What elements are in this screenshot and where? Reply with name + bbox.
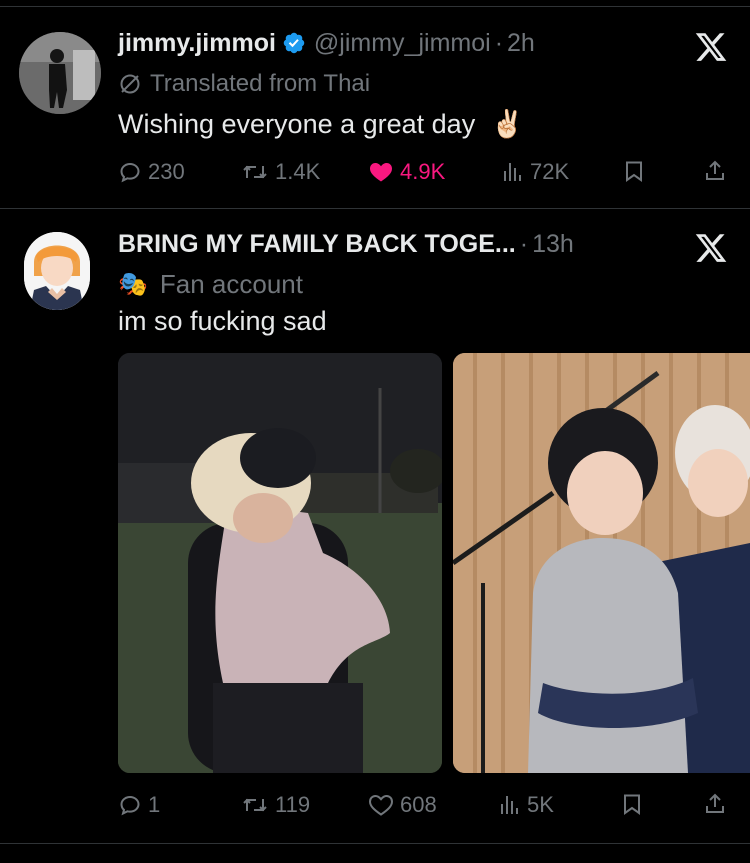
views-icon — [501, 796, 518, 814]
performing-arts-emoji: 🎭 — [118, 271, 148, 298]
separator-dot: · — [519, 230, 529, 258]
avatar-photo — [24, 232, 90, 310]
share-icon — [706, 160, 724, 180]
bookmark-icon — [626, 161, 642, 182]
bookmark-button[interactable] — [622, 159, 652, 183]
victory-hand-emoji: ✌🏻 — [490, 109, 525, 139]
like-icon — [370, 163, 392, 182]
share-button[interactable] — [703, 792, 733, 816]
author-name[interactable]: BRING MY FAMILY BACK TOGE... — [118, 229, 516, 259]
reply-icon — [120, 162, 140, 183]
reply-button[interactable]: 230 — [118, 159, 185, 185]
fan-account-label[interactable]: 🎭 Fan account — [118, 269, 303, 300]
repost-icon — [243, 798, 267, 812]
views-icon — [504, 163, 521, 181]
tweet-header: jimmy.jimmoi @jimmy_jimmoi · 2h — [118, 28, 535, 58]
timestamp[interactable]: 2h — [507, 28, 535, 58]
reply-icon — [120, 795, 140, 816]
reply-button[interactable]: 1 — [118, 792, 160, 818]
action-bar: 230 1.4K 4.9K 72K — [0, 159, 750, 189]
media-image-2[interactable] — [453, 353, 750, 773]
bookmark-icon — [624, 794, 640, 815]
repost-button[interactable]: 1.4K — [241, 159, 320, 185]
reply-count: 230 — [148, 159, 185, 184]
avatar[interactable] — [19, 32, 101, 114]
repost-button[interactable]: 119 — [241, 792, 310, 818]
views-button[interactable]: 5K — [497, 792, 554, 818]
like-count: 4.9K — [400, 159, 446, 184]
avatar[interactable] — [24, 232, 90, 310]
tweet-text-content: im so fucking sad — [118, 306, 327, 336]
separator-dot: · — [494, 29, 504, 57]
tweet-text: im so fucking sad — [118, 305, 327, 337]
like-count: 608 — [400, 792, 437, 817]
verified-badge-icon — [283, 32, 305, 54]
fan-account-text: Fan account — [159, 269, 303, 299]
like-button[interactable]: 608 — [368, 792, 437, 818]
repost-count: 1.4K — [275, 159, 321, 184]
action-bar: 1 119 608 5K — [0, 792, 750, 822]
photo-studio — [453, 353, 750, 773]
author-handle[interactable]: @jimmy_jimmoi — [314, 28, 491, 58]
tweet-text: Wishing everyone a great day ✌🏻 — [118, 108, 524, 140]
x-logo-icon — [695, 234, 727, 262]
bookmark-button[interactable] — [620, 792, 650, 816]
x-logo-icon — [695, 33, 727, 61]
tweet-1[interactable]: jimmy.jimmoi @jimmy_jimmoi · 2h Translat… — [0, 0, 750, 208]
tweet-text-content: Wishing everyone a great day — [118, 109, 476, 139]
timestamp[interactable]: 13h — [532, 229, 574, 259]
like-button[interactable]: 4.9K — [368, 159, 445, 185]
bottom-divider — [0, 843, 750, 844]
share-icon — [706, 793, 724, 813]
translated-text: Translated from Thai — [150, 70, 371, 97]
views-count: 72K — [530, 159, 570, 184]
views-count: 5K — [527, 792, 554, 817]
repost-count: 119 — [275, 792, 311, 817]
author-name[interactable]: jimmy.jimmoi — [118, 28, 276, 58]
views-button[interactable]: 72K — [500, 159, 569, 185]
photo-hug-night — [118, 353, 442, 773]
like-icon — [368, 794, 394, 816]
translate-icon — [120, 74, 140, 94]
tweet-header: BRING MY FAMILY BACK TOGE... · 13h — [118, 229, 574, 259]
media-image-1[interactable] — [118, 353, 442, 773]
repost-icon — [243, 165, 267, 179]
reply-count: 1 — [148, 792, 161, 817]
share-button[interactable] — [703, 159, 733, 183]
translated-label[interactable]: Translated from Thai — [118, 70, 370, 98]
avatar-photo — [19, 32, 101, 114]
